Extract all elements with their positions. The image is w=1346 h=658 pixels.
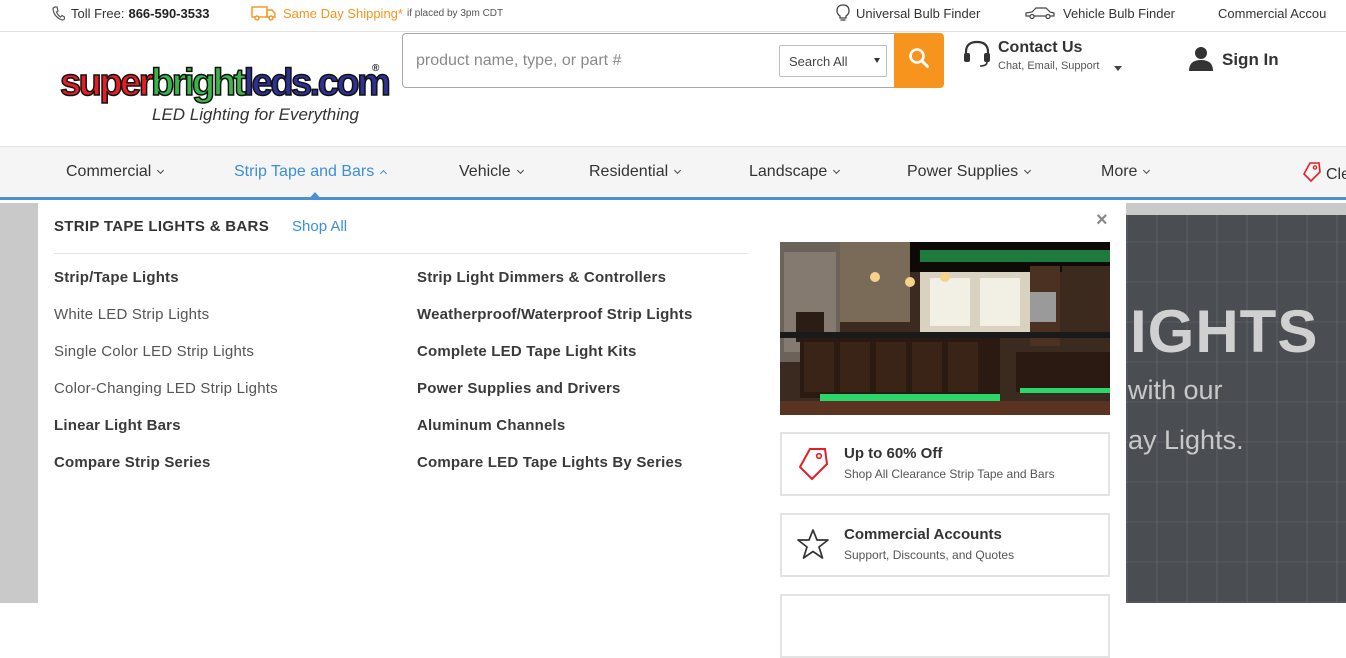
nav-item-label: Cle	[1326, 165, 1346, 183]
nav-item-label: Strip Tape and Bars	[234, 163, 375, 180]
close-icon[interactable]: ×	[1096, 209, 1108, 232]
menu-link-color-changing-led-strip-lights[interactable]: Color-Changing LED Strip Lights	[54, 380, 278, 417]
search-scope-select[interactable]: Search All	[779, 45, 887, 77]
search-bar: Search All	[402, 33, 895, 88]
caret-down-icon	[874, 58, 880, 63]
nav-item-label: Vehicle	[459, 163, 511, 180]
strip-tape-mega-menu: STRIP TAPE LIGHTS & BARS Shop All × Stri…	[38, 203, 1126, 658]
sign-in-link[interactable]: Sign In	[1188, 45, 1279, 75]
toll-free[interactable]: Toll Free: 866-590-3533	[52, 0, 209, 26]
hero-background	[1126, 215, 1346, 603]
menu-link-compare-strip-series[interactable]: Compare Strip Series	[54, 454, 278, 491]
hero-line-2: ay Lights.	[1128, 425, 1244, 455]
chevron-down-icon	[1143, 166, 1151, 175]
bulb-icon	[836, 4, 850, 22]
chevron-down-icon	[833, 166, 841, 175]
promo-card-partial[interactable]	[780, 594, 1110, 658]
divider	[54, 253, 747, 254]
main-nav: Commercial Strip Tape and Bars Vehicle R…	[0, 146, 1346, 200]
commercial-accounts-label: Commercial Accou	[1218, 5, 1327, 21]
nav-item-commercial[interactable]: Commercial	[66, 163, 165, 181]
nav-item-strip-tape-and-bars[interactable]: Strip Tape and Bars	[234, 163, 388, 181]
sign-in-label: Sign In	[1222, 50, 1279, 69]
logo-registered-mark: ®	[372, 63, 380, 74]
nav-item-label: Landscape	[749, 163, 828, 180]
shop-all-link[interactable]: Shop All	[292, 218, 347, 235]
menu-link-single-color-led-strip-lights[interactable]: Single Color LED Strip Lights	[54, 343, 278, 380]
nav-item-label: More	[1101, 163, 1138, 180]
nav-item-power-supplies[interactable]: Power Supplies	[907, 163, 1032, 181]
commercial-accounts-promo-card[interactable]: Commercial Accounts Support, Discounts, …	[780, 513, 1110, 577]
shipping-note: if placed by 3pm CDT	[406, 7, 504, 19]
nav-item-label: Commercial	[66, 163, 152, 180]
mega-menu-title: STRIP TAPE LIGHTS & BARS	[54, 218, 269, 235]
contact-us-title: Contact Us	[998, 39, 1083, 56]
hero-line-1: with our	[1128, 375, 1223, 405]
top-utility-bar: Toll Free: 866-590-3533 Same Day Shippin…	[0, 0, 1346, 32]
contact-us-subtitle: Chat, Email, Support	[998, 60, 1100, 72]
clearance-promo-title: Up to 60% Off	[844, 445, 943, 462]
price-tag-icon	[1302, 161, 1322, 188]
nav-item-clearance[interactable]: Cle	[1302, 161, 1346, 188]
commercial-promo-title: Commercial Accounts	[844, 526, 1002, 543]
search-scope-value: Search All	[789, 53, 848, 69]
hero-heading: IGHTS	[1130, 298, 1319, 365]
nav-item-vehicle[interactable]: Vehicle	[459, 163, 524, 181]
commercial-promo-subtitle: Support, Discounts, and Quotes	[844, 548, 1015, 562]
nav-item-label: Residential	[589, 163, 669, 180]
shipping-label: Same Day Shipping*	[283, 5, 403, 21]
truck-icon	[251, 5, 277, 21]
logo-wordmark: superbrightleds.com	[59, 62, 391, 104]
vehicle-bulb-finder-link[interactable]: Vehicle Bulb Finder	[1024, 0, 1175, 26]
price-tag-icon	[796, 446, 830, 485]
menu-link-compare-tape-lights-series[interactable]: Compare LED Tape Lights By Series	[417, 454, 693, 491]
chevron-up-icon	[380, 169, 388, 178]
nav-item-residential[interactable]: Residential	[589, 163, 682, 181]
caret-down-icon	[1114, 66, 1122, 71]
star-icon	[796, 527, 830, 566]
clearance-promo-card[interactable]: Up to 60% Off Shop All Clearance Strip T…	[780, 432, 1110, 496]
kitchen-promo-image[interactable]	[780, 242, 1110, 415]
same-day-shipping[interactable]: Same Day Shipping* if placed by 3pm CDT	[251, 0, 503, 26]
menu-link-aluminum-channels[interactable]: Aluminum Channels	[417, 417, 693, 454]
car-icon	[1024, 6, 1056, 20]
chevron-down-icon	[516, 166, 524, 175]
mega-menu-right-column: Strip Light Dimmers & Controllers Weathe…	[417, 269, 693, 491]
menu-link-dimmers-controllers[interactable]: Strip Light Dimmers & Controllers	[417, 269, 693, 306]
universal-bulb-finder-label: Universal Bulb Finder	[856, 5, 981, 21]
search-button[interactable]	[894, 33, 944, 88]
menu-link-strip-tape-lights[interactable]: Strip/Tape Lights	[54, 269, 278, 306]
menu-link-power-supplies-drivers[interactable]: Power Supplies and Drivers	[417, 380, 693, 417]
menu-link-tape-light-kits[interactable]: Complete LED Tape Light Kits	[417, 343, 693, 380]
headset-icon	[962, 38, 992, 73]
hero-banner[interactable]: IGHTS with our ay Lights.	[1126, 215, 1346, 603]
menu-link-linear-light-bars[interactable]: Linear Light Bars	[54, 417, 278, 454]
phone-icon	[52, 5, 65, 21]
site-logo[interactable]: superbrightleds.com ® LED Lighting for E…	[59, 63, 391, 129]
logo-tagline: LED Lighting for Everything	[152, 105, 359, 124]
user-icon	[1188, 45, 1214, 76]
vehicle-bulb-finder-label: Vehicle Bulb Finder	[1063, 5, 1176, 21]
chevron-down-icon	[157, 166, 165, 175]
search-input[interactable]	[403, 34, 773, 87]
clearance-promo-subtitle: Shop All Clearance Strip Tape and Bars	[844, 467, 1055, 481]
contact-us-menu[interactable]: Contact Us Chat, Email, Support	[962, 38, 1142, 78]
chevron-down-icon	[674, 166, 682, 175]
mega-menu-left-column: Strip/Tape Lights White LED Strip Lights…	[54, 269, 278, 491]
menu-link-weatherproof-strip-lights[interactable]: Weatherproof/Waterproof Strip Lights	[417, 306, 693, 343]
commercial-accounts-link[interactable]: Commercial Accou	[1218, 0, 1326, 26]
active-nav-pointer	[308, 192, 322, 200]
toll-free-number[interactable]: 866-590-3533	[128, 6, 209, 21]
chevron-down-icon	[1024, 166, 1032, 175]
nav-item-landscape[interactable]: Landscape	[749, 163, 841, 181]
toll-free-label: Toll Free:	[71, 5, 125, 21]
nav-item-more[interactable]: More	[1101, 163, 1151, 181]
nav-item-label: Power Supplies	[907, 163, 1019, 180]
search-icon	[908, 47, 930, 74]
menu-link-white-led-strip-lights[interactable]: White LED Strip Lights	[54, 306, 278, 343]
universal-bulb-finder-link[interactable]: Universal Bulb Finder	[836, 0, 980, 26]
